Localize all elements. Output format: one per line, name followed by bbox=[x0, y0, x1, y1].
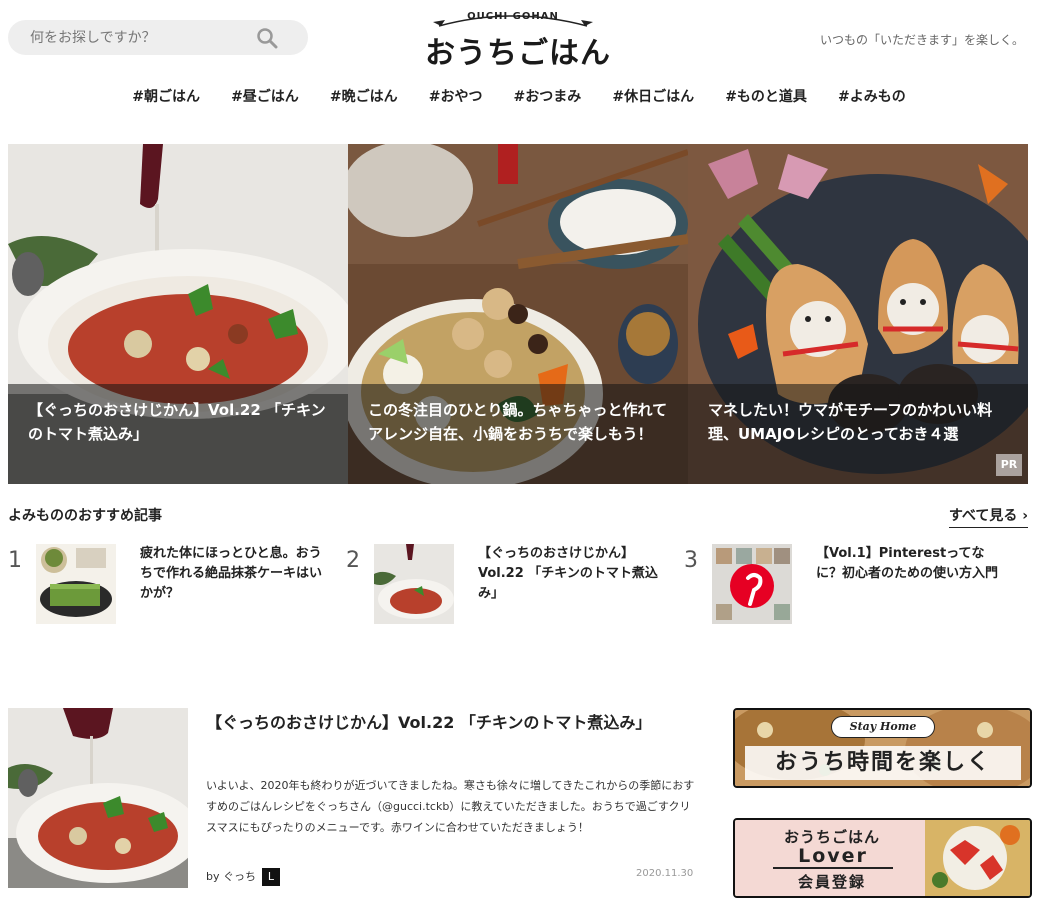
item-title[interactable]: 【ぐっちのおさけじかん】Vol.22 「チキンのトマト煮込み」 bbox=[478, 544, 668, 604]
stay-home-badge: Stay Home bbox=[831, 716, 935, 738]
nav-snack[interactable]: #おやつ bbox=[429, 86, 483, 106]
nav-breakfast[interactable]: #朝ごはん bbox=[132, 86, 200, 106]
hero-card[interactable]: 【ぐっちのおさけじかん】Vol.22 「チキンのトマト煮込み」 bbox=[8, 144, 348, 484]
search-box[interactable] bbox=[8, 20, 308, 55]
stay-home-banner[interactable]: Stay Home おうち時間を楽しく bbox=[733, 708, 1032, 788]
section-heading: よみもののおすすめ記事 bbox=[8, 508, 162, 524]
item-thumbnail bbox=[374, 544, 454, 624]
nav-appetizer[interactable]: #おつまみ bbox=[514, 86, 582, 106]
publish-date: 2020.11.30 bbox=[636, 868, 694, 879]
nav-tools[interactable]: #ものと道具 bbox=[725, 86, 807, 106]
rank-number: 1 bbox=[8, 548, 22, 573]
stay-home-text: おうち時間を楽しく bbox=[745, 746, 1021, 780]
author-byline[interactable]: by ぐっち L bbox=[206, 868, 280, 886]
hero-title[interactable]: 【ぐっちのおさけじかん】Vol.22 「チキンのトマト煮込み」 bbox=[28, 398, 334, 446]
nav-reading[interactable]: #よみもの bbox=[838, 86, 906, 106]
hero-card[interactable]: この冬注目のひとり鍋。ちゃちゃっと作れてアレンジ自在、小鍋をおうちで楽しもう！ bbox=[348, 144, 688, 484]
nav-dinner[interactable]: #晩ごはん bbox=[330, 86, 398, 106]
chevron-right-icon: › bbox=[1022, 508, 1028, 524]
signup-text: 会員登録 bbox=[797, 873, 866, 891]
feature-image[interactable] bbox=[8, 708, 188, 888]
lover-line-1: おうちごはん bbox=[783, 828, 880, 846]
see-all-label: すべて見る bbox=[948, 508, 1018, 524]
see-all-link[interactable]: すべて見る › bbox=[948, 505, 1028, 528]
feature-title[interactable]: 【ぐっちのおさけじかん】Vol.22 「チキンのトマト煮込み」 bbox=[206, 709, 686, 736]
hero-card[interactable]: マネしたい！ウマがモチーフのかわいい料理、UMAJOレシピのとっておき４選 PR bbox=[688, 144, 1028, 484]
list-item[interactable]: 3 【Vol.1】Pinterestってなに？初心者のための使い方入門 bbox=[684, 544, 1014, 624]
list-item[interactable]: 1 疲れた体にほっとひと息。おうちで作れる絶品抹茶ケーキはいかが？ bbox=[8, 544, 338, 624]
author-name: by ぐっち bbox=[206, 870, 256, 883]
search-icon[interactable] bbox=[256, 27, 278, 49]
logo-ribbon-text: OUCHI GOHAN bbox=[467, 11, 559, 22]
pr-badge: PR bbox=[996, 454, 1022, 476]
search-input[interactable] bbox=[8, 20, 258, 55]
item-thumbnail bbox=[712, 544, 792, 624]
hero-title[interactable]: マネしたい！ウマがモチーフのかわいい料理、UMAJOレシピのとっておき４選 bbox=[708, 398, 1014, 446]
list-item[interactable]: 2 【ぐっちのおさけじかん】Vol.22 「チキンのトマト煮込み」 bbox=[346, 544, 676, 624]
rank-number: 3 bbox=[684, 548, 698, 573]
item-title[interactable]: 疲れた体にほっとひと息。おうちで作れる絶品抹茶ケーキはいかが？ bbox=[140, 544, 330, 604]
site-logo[interactable]: OUCHI GOHAN おうちごはん bbox=[413, 8, 623, 71]
item-title[interactable]: 【Vol.1】Pinterestってなに？初心者のための使い方入門 bbox=[816, 544, 1006, 584]
category-nav: #朝ごはん #昼ごはん #晩ごはん #おやつ #おつまみ #休日ごはん #ものと… bbox=[0, 86, 1038, 106]
feature-excerpt: いよいよ、2020年も終わりが近づいてきましたね。寒さも徐々に増してきたこれから… bbox=[206, 779, 695, 834]
nav-holiday[interactable]: #休日ごはん bbox=[612, 86, 694, 106]
lover-signup-banner[interactable]: おうちごはん Lover 会員登録 bbox=[733, 818, 1032, 898]
lover-line-2: Lover bbox=[773, 845, 893, 869]
logo-text: おうちごはん bbox=[425, 36, 611, 71]
tagline: いつもの「いただきます」を楽しく。 bbox=[819, 33, 1024, 47]
item-thumbnail bbox=[36, 544, 116, 624]
author-logo: L bbox=[262, 868, 280, 886]
hero-carousel: 【ぐっちのおさけじかん】Vol.22 「チキンのトマト煮込み」 この冬注目のひと… bbox=[8, 144, 1028, 484]
rank-number: 2 bbox=[346, 548, 360, 573]
nav-lunch[interactable]: #昼ごはん bbox=[231, 86, 299, 106]
hero-title[interactable]: この冬注目のひとり鍋。ちゃちゃっと作れてアレンジ自在、小鍋をおうちで楽しもう！ bbox=[368, 398, 674, 446]
